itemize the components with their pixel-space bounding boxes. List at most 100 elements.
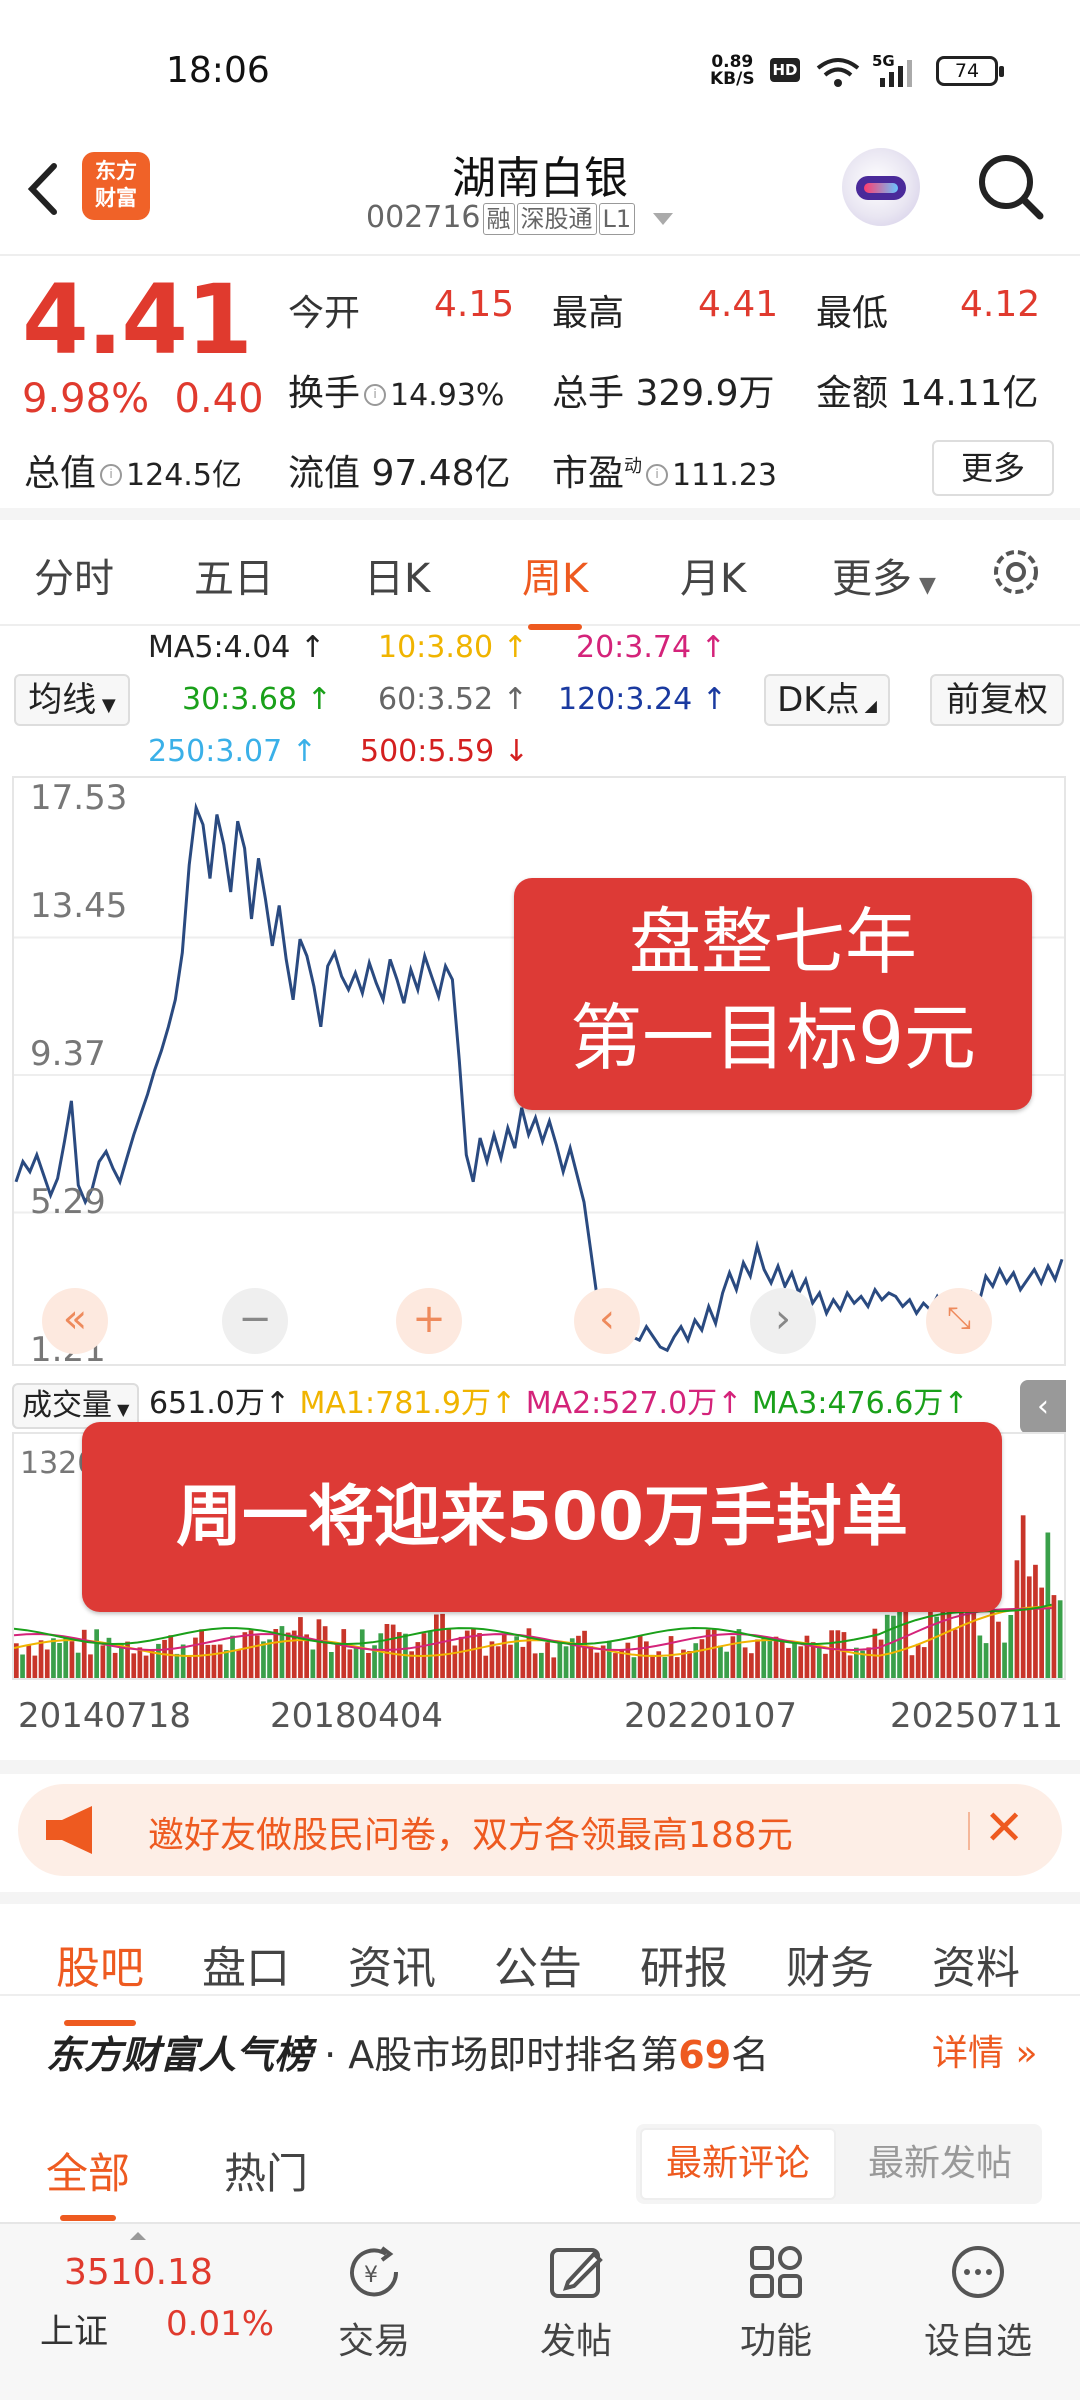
nav-functions[interactable]: 功能 [706, 2242, 846, 2364]
volume-bar [88, 1654, 93, 1678]
zoom-in-button[interactable]: + [396, 1288, 462, 1354]
volume-bar [329, 1652, 334, 1678]
tab-monthly-k[interactable]: 月K [680, 546, 746, 604]
info-icon[interactable]: i [100, 464, 123, 486]
volume-bar [20, 1654, 25, 1678]
tab-research[interactable]: 研报 [640, 1932, 728, 1996]
volume-bar [285, 1632, 291, 1678]
volume-bar [347, 1649, 353, 1678]
volume-bar [650, 1654, 655, 1678]
volume-bar [112, 1652, 118, 1678]
close-icon[interactable]: ✕ [984, 1798, 1024, 1858]
fullscreen-icon[interactable]: ⤡ [926, 1288, 992, 1354]
volume-bar [1051, 1595, 1057, 1678]
search-icon[interactable] [976, 152, 1046, 222]
low-label: 最低 [816, 293, 889, 334]
volume-bar [205, 1644, 211, 1678]
low-value: 4.12 [960, 284, 1041, 325]
scroll-left-button[interactable]: « [42, 1288, 108, 1354]
megaphone-icon [46, 1806, 92, 1854]
tab-intraday[interactable]: 分时 [34, 546, 114, 604]
volume-bar [773, 1636, 779, 1678]
app-logo[interactable]: 东方 财富 [82, 152, 150, 220]
tab-guba[interactable]: 股吧 [56, 1932, 144, 2026]
y-tick: 17.53 [30, 778, 128, 818]
volume-bar [1002, 1642, 1007, 1678]
volume-bar [662, 1657, 668, 1678]
volume-bar [174, 1653, 180, 1678]
volume-bar [1014, 1560, 1020, 1678]
volume-bar [952, 1629, 958, 1678]
dk-point-button[interactable]: DK点 ◢ [764, 674, 890, 726]
volume-bar [687, 1651, 692, 1678]
y-tick: 9.37 [30, 1034, 106, 1074]
sort-latest-post[interactable]: 最新发帖 [842, 2128, 1038, 2200]
volume-bar [996, 1621, 1001, 1678]
tag-margin: 融 [482, 203, 515, 235]
more-quote-button[interactable]: 更多 [932, 440, 1054, 496]
volume-bar [254, 1635, 260, 1678]
volume-bar [588, 1646, 594, 1678]
nav-post[interactable]: 发帖 [506, 2242, 646, 2364]
index-value[interactable]: 3510.18 [64, 2252, 213, 2293]
tab-five-day[interactable]: 五日 [194, 546, 274, 604]
volume-bar [440, 1613, 445, 1678]
tab-news[interactable]: 资讯 [348, 1932, 436, 1996]
volume-bar [384, 1624, 390, 1678]
prev-button[interactable]: ‹ [574, 1288, 640, 1354]
volume-bar [551, 1657, 557, 1678]
high-value: 4.41 [698, 284, 779, 325]
volume-chart[interactable]: 1320 周一将迎来500万手封单 [12, 1422, 1066, 1680]
x-date: 20220107 [624, 1696, 798, 1736]
ma-select-button[interactable]: 均线 ▼ [14, 674, 130, 726]
tab-daily-k[interactable]: 日K [364, 546, 430, 604]
ai-assistant-icon[interactable] [842, 148, 920, 226]
tag-connect: 深股通 [516, 203, 597, 235]
tab-more[interactable]: 更多 ▼ [832, 546, 936, 604]
volume-bar [545, 1642, 550, 1678]
rank-detail-link[interactable]: 详情 » [932, 2024, 1037, 2076]
volume-bar [921, 1647, 927, 1678]
net-speed: 0.89 KB/S [710, 52, 755, 89]
volume-bar [143, 1655, 149, 1678]
volume-bar [613, 1653, 618, 1678]
volume-bar [841, 1632, 847, 1678]
kline-chart[interactable]: 17.53 13.45 9.37 5.29 1.21 盘整七年 第一目标9元 «… [12, 776, 1066, 1370]
sort-latest-comment[interactable]: 最新评论 [640, 2128, 836, 2200]
volume-bar [119, 1644, 124, 1678]
tab-profile[interactable]: 资料 [932, 1932, 1020, 1996]
volume-bar [69, 1641, 75, 1678]
info-icon[interactable]: i [646, 464, 669, 486]
open-value: 4.15 [434, 284, 515, 325]
info-icon[interactable]: i [364, 384, 387, 406]
back-button[interactable] [22, 154, 62, 224]
gear-icon[interactable] [988, 544, 1044, 600]
volume-bar [1039, 1587, 1044, 1678]
tab-pankou[interactable]: 盘口 [202, 1932, 290, 1996]
content-tabs: 股吧 盘口 资讯 公告 研报 财务 资料 [0, 1892, 1080, 2026]
price-adjust-button[interactable]: 前复权 [930, 674, 1064, 726]
nav-add-watchlist[interactable]: 设自选 [908, 2242, 1048, 2364]
volume-bar [1033, 1564, 1038, 1678]
volume-bar [230, 1635, 235, 1678]
volume-bar [539, 1652, 544, 1678]
next-button[interactable]: › [750, 1288, 816, 1354]
feed-tab-hot[interactable]: 热门 [224, 2140, 308, 2201]
zoom-out-button[interactable]: − [222, 1288, 288, 1354]
vol-ma3: MA3:476.6万↑ [751, 1386, 969, 1421]
volume-bar [390, 1624, 396, 1678]
wifi-icon [816, 58, 860, 87]
collapse-panel-button[interactable]: ‹ [1020, 1380, 1066, 1434]
svg-text:¥: ¥ [364, 2263, 378, 2288]
tab-finance[interactable]: 财务 [786, 1932, 874, 1996]
tab-announcements[interactable]: 公告 [494, 1932, 582, 1996]
stock-code-row[interactable]: 002716 融深股通 L1 [366, 200, 675, 235]
nav-trade[interactable]: ¥ 交易 [304, 2242, 444, 2364]
tab-weekly-k[interactable]: 周K [522, 546, 588, 630]
stock-code: 002716 [366, 200, 481, 235]
invite-banner[interactable]: 邀好友做股民问卷，双方各领最高188元 ✕ [18, 1784, 1062, 1876]
volume-bar [495, 1646, 501, 1678]
feed-tab-all[interactable]: 全部 [46, 2140, 130, 2221]
ma500-value: 500:5.59 ↓ [360, 734, 529, 769]
volume-bar [718, 1645, 723, 1678]
